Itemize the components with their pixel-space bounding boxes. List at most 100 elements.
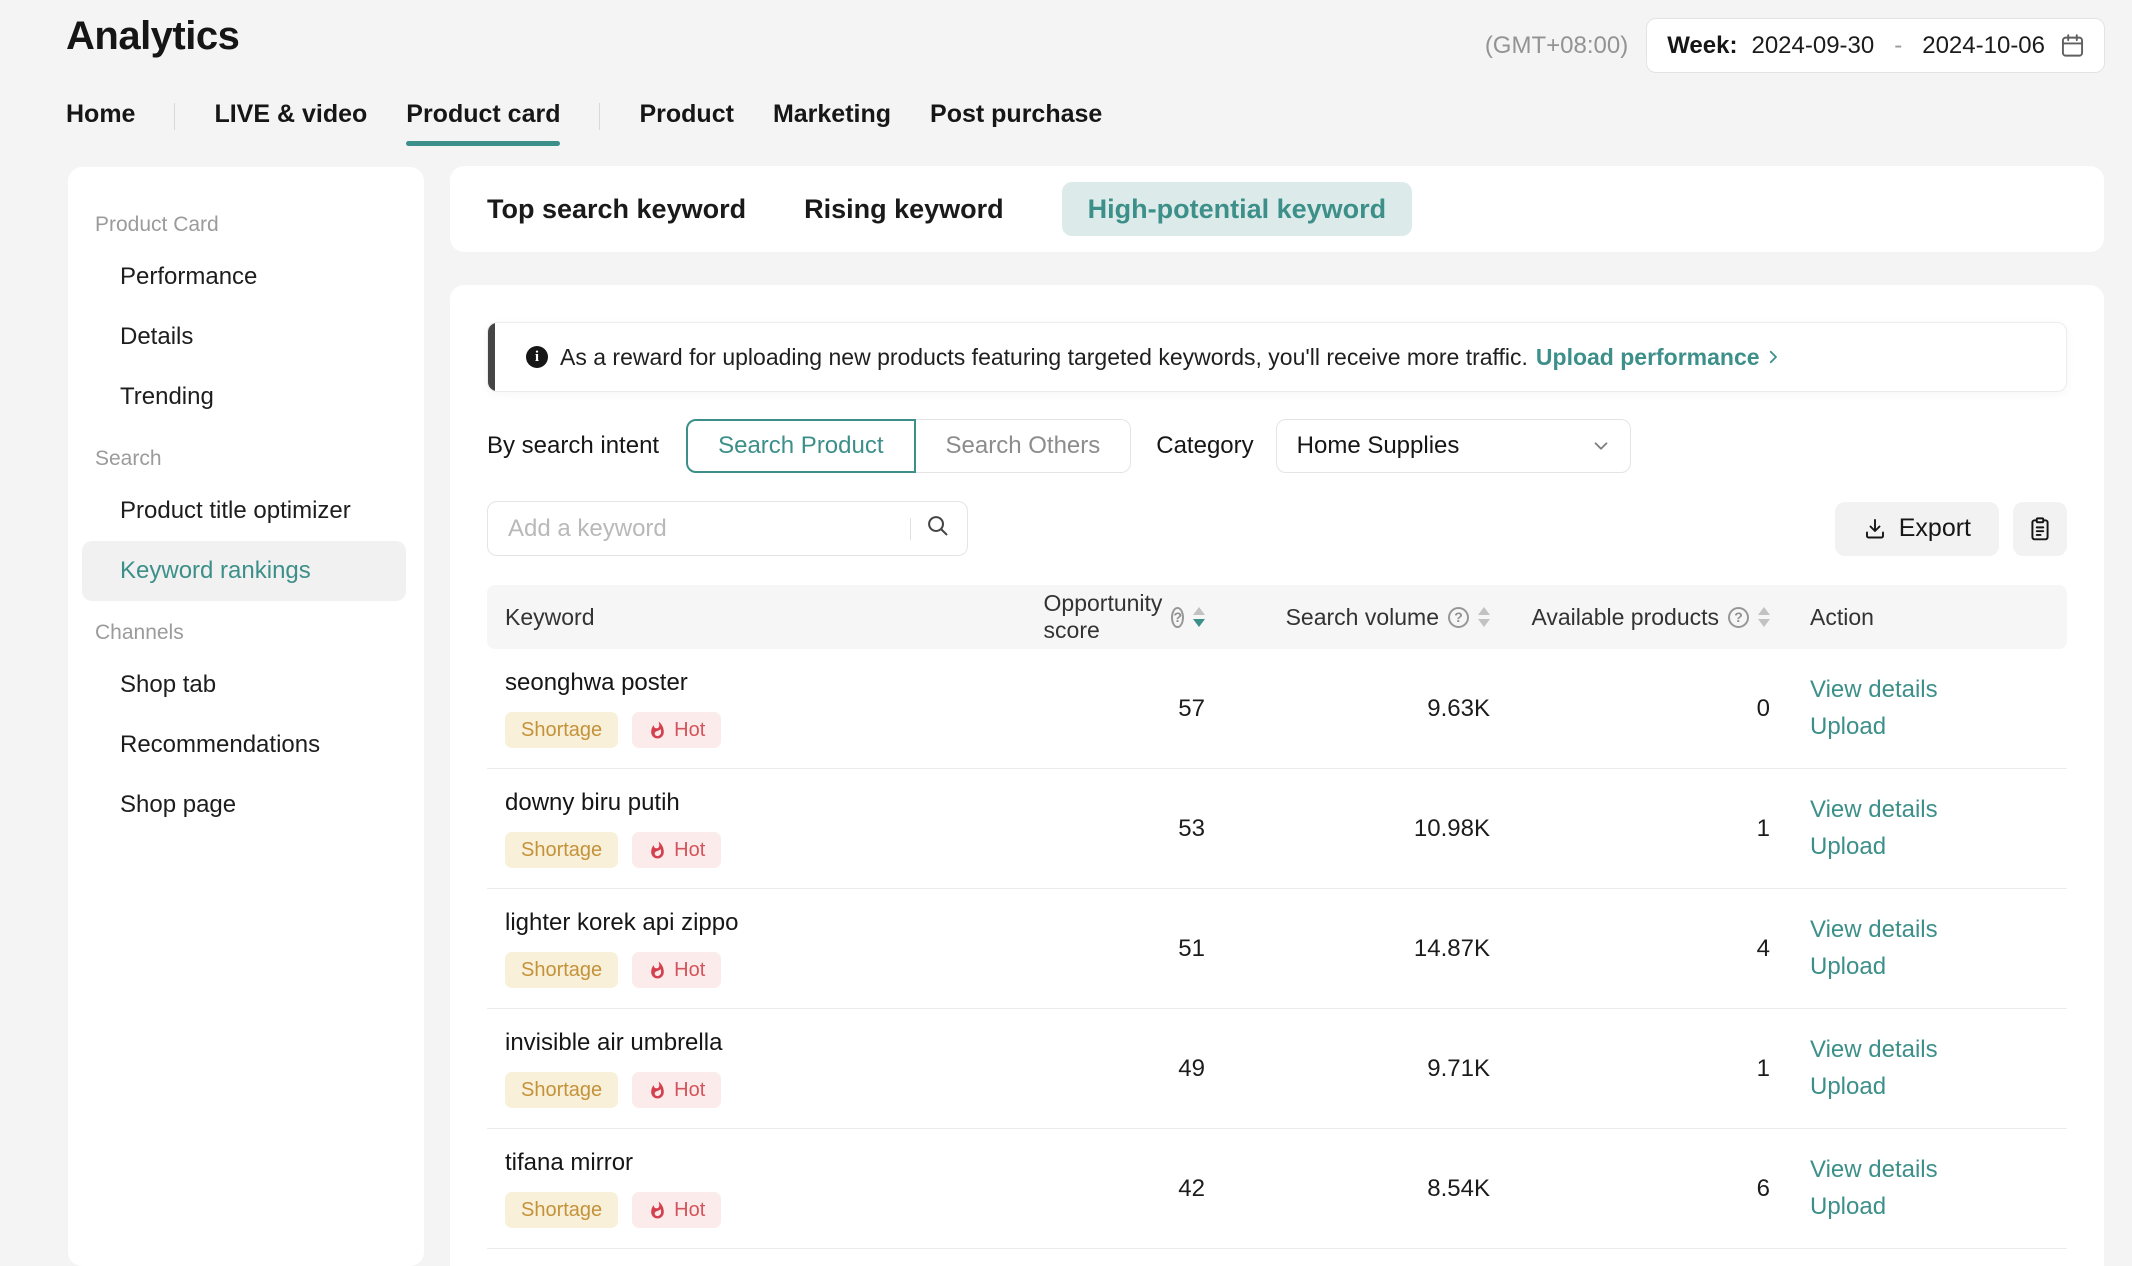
table-row: tifana mirror Shortage Hot 42 8.54K 6 Vi… [487, 1129, 2067, 1249]
hot-badge: Hot [632, 1192, 721, 1228]
opportunity-score-value: 42 [1065, 1175, 1205, 1203]
flame-icon [648, 721, 667, 740]
sidebar-item-product-title-optimizer[interactable]: Product title optimizer [68, 481, 424, 541]
chevron-right-icon [1764, 348, 1782, 366]
flame-icon [648, 841, 667, 860]
tab-top-search-keyword[interactable]: Top search keyword [487, 194, 746, 225]
export-button[interactable]: Export [1835, 502, 1999, 556]
sidebar-item-keyword-rankings[interactable]: Keyword rankings [82, 541, 406, 601]
table-row: downy biru putih Shortage Hot 53 10.98K … [487, 769, 2067, 889]
view-details-link[interactable]: View details [1810, 1156, 2067, 1184]
sidebar-section-product-card: Product Card [68, 203, 424, 247]
upload-link[interactable]: Upload [1810, 953, 2067, 981]
content-card: i As a reward for uploading new products… [450, 285, 2104, 1266]
upload-link[interactable]: Upload [1810, 713, 2067, 741]
help-icon[interactable]: ? [1728, 607, 1749, 628]
search-icon[interactable] [925, 513, 951, 544]
available-products-value: 6 [1490, 1175, 1770, 1203]
sidebar-item-trending[interactable]: Trending [68, 367, 424, 427]
main-content: Top search keyword Rising keyword High-p… [450, 166, 2104, 1266]
available-products-value: 0 [1490, 695, 1770, 723]
category-selected-value: Home Supplies [1297, 432, 1460, 460]
category-label: Category [1156, 432, 1253, 460]
search-volume-value: 8.54K [1205, 1175, 1490, 1203]
upload-link[interactable]: Upload [1810, 1073, 2067, 1101]
keyword-name: invisible air umbrella [505, 1029, 1065, 1057]
category-select[interactable]: Home Supplies [1276, 419, 1631, 473]
page-title: Analytics [66, 14, 239, 59]
sort-icon[interactable] [1478, 607, 1490, 627]
help-icon[interactable]: ? [1448, 607, 1469, 628]
opportunity-score-value: 51 [1065, 935, 1205, 963]
tab-rising-keyword[interactable]: Rising keyword [804, 194, 1004, 225]
banner-text: As a reward for uploading new products f… [560, 344, 1528, 371]
sidebar-item-performance[interactable]: Performance [68, 247, 424, 307]
nav-tab-home[interactable]: Home [66, 100, 135, 146]
hot-badge: Hot [632, 712, 721, 748]
sidebar-item-shop-page[interactable]: Shop page [68, 775, 424, 835]
week-date-range-picker[interactable]: Week: 2024-09-30 - 2024-10-06 [1646, 18, 2105, 73]
search-volume-value: 9.71K [1205, 1055, 1490, 1083]
timezone-label: (GMT+08:00) [1485, 32, 1628, 60]
shortage-badge: Shortage [505, 952, 618, 988]
banner-accent-bar [488, 323, 495, 391]
view-details-link[interactable]: View details [1810, 1036, 2067, 1064]
sort-icon[interactable] [1193, 607, 1205, 627]
hot-badge: Hot [632, 952, 721, 988]
nav-tab-product[interactable]: Product [639, 100, 733, 146]
search-intent-label: By search intent [487, 432, 659, 460]
help-icon[interactable]: ? [1171, 607, 1184, 628]
top-nav: Home LIVE & video Product card Product M… [66, 100, 1102, 146]
flame-icon [648, 1201, 667, 1220]
nav-divider [599, 103, 600, 130]
intent-option-search-others[interactable]: Search Others [916, 419, 1132, 473]
week-date-separator: - [1894, 32, 1902, 60]
upload-link[interactable]: Upload [1810, 1193, 2067, 1221]
opportunity-score-value: 53 [1065, 815, 1205, 843]
nav-tab-live-video[interactable]: LIVE & video [214, 100, 367, 146]
sidebar-item-shop-tab[interactable]: Shop tab [68, 655, 424, 715]
keyword-name: tifana mirror [505, 1149, 1065, 1177]
column-header-search-volume: Search volume ? [1205, 604, 1490, 631]
shortage-badge: Shortage [505, 1192, 618, 1228]
search-toolbar-row: Export [487, 501, 2067, 556]
keyword-search-box [487, 501, 968, 556]
search-divider [910, 518, 911, 540]
chevron-down-icon [1590, 435, 1612, 457]
keyword-name: lighter korek api zippo [505, 909, 1065, 937]
search-volume-value: 10.98K [1205, 815, 1490, 843]
keyword-name: seonghwa poster [505, 669, 1065, 697]
nav-tab-marketing[interactable]: Marketing [773, 100, 891, 146]
saved-list-button[interactable] [2013, 502, 2067, 556]
table-row: seonghwa poster Shortage Hot 57 9.63K 0 … [487, 649, 2067, 769]
calendar-icon [2059, 32, 2086, 59]
keyword-name: downy biru putih [505, 789, 1065, 817]
nav-tab-post-purchase[interactable]: Post purchase [930, 100, 1102, 146]
upload-link[interactable]: Upload [1810, 833, 2067, 861]
view-details-link[interactable]: View details [1810, 676, 2067, 704]
shortage-badge: Shortage [505, 1072, 618, 1108]
available-products-value: 1 [1490, 1055, 1770, 1083]
info-icon: i [526, 346, 548, 368]
sort-icon[interactable] [1758, 607, 1770, 627]
clipboard-icon [2027, 516, 2053, 542]
intent-option-search-product[interactable]: Search Product [686, 419, 915, 473]
sidebar-section-search: Search [68, 437, 424, 481]
nav-divider [174, 103, 175, 130]
sidebar-item-details[interactable]: Details [68, 307, 424, 367]
sidebar-item-recommendations[interactable]: Recommendations [68, 715, 424, 775]
tab-high-potential-keyword[interactable]: High-potential keyword [1062, 182, 1413, 236]
flame-icon [648, 1081, 667, 1100]
filter-row: By search intent Search Product Search O… [487, 419, 2067, 473]
search-input[interactable] [494, 515, 910, 543]
search-intent-segmented-control: Search Product Search Others [686, 419, 1131, 473]
week-end-date: 2024-10-06 [1922, 32, 2045, 60]
view-details-link[interactable]: View details [1810, 916, 2067, 944]
available-products-value: 1 [1490, 815, 1770, 843]
column-header-available-products: Available products ? [1490, 604, 1770, 631]
keyword-table: Keyword Opportunity score ? Search volum… [487, 585, 2067, 1249]
upload-performance-link[interactable]: Upload performance [1536, 344, 1782, 371]
view-details-link[interactable]: View details [1810, 796, 2067, 824]
nav-tab-product-card[interactable]: Product card [406, 100, 560, 146]
shortage-badge: Shortage [505, 712, 618, 748]
